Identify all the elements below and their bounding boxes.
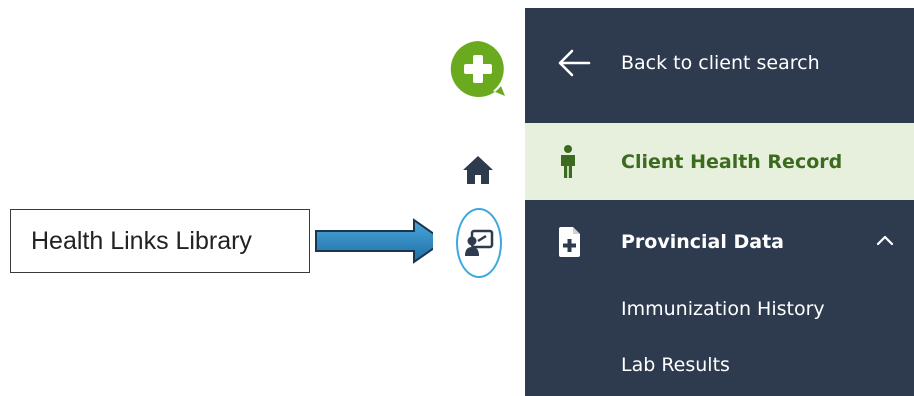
- health-links-library-button[interactable]: [456, 208, 502, 278]
- app-logo-icon[interactable]: [447, 38, 509, 100]
- annotation-callout-text: Health Links Library: [31, 226, 252, 255]
- nav-subitem-label: Lab Results: [621, 354, 730, 376]
- nav-subitem-lab-results[interactable]: Lab Results: [525, 340, 914, 390]
- annotation-arrow: [315, 218, 446, 264]
- nav-section-provincial-data[interactable]: Provincial Data: [525, 209, 914, 275]
- icon-rail: [433, 8, 525, 396]
- nav-section-label: Provincial Data: [621, 231, 784, 253]
- navigation-panel: Back to client search Client Health Reco…: [525, 8, 914, 396]
- presentation-board-icon: [465, 229, 494, 256]
- nav-item-label: Client Health Record: [621, 150, 843, 173]
- nav-subitem-immunization-history[interactable]: Immunization History: [525, 284, 914, 334]
- nav-item-client-health-record[interactable]: Client Health Record: [525, 123, 914, 200]
- person-icon: [557, 144, 579, 179]
- back-link-label: Back to client search: [621, 52, 820, 74]
- back-to-client-search-link[interactable]: Back to client search: [525, 30, 914, 96]
- home-icon[interactable]: [461, 154, 495, 186]
- annotation-callout-box: Health Links Library: [10, 209, 310, 273]
- medical-document-icon: [557, 226, 581, 258]
- arrow-left-icon: [557, 48, 591, 78]
- chevron-up-icon[interactable]: [875, 233, 895, 247]
- nav-subitem-label: Immunization History: [621, 298, 825, 320]
